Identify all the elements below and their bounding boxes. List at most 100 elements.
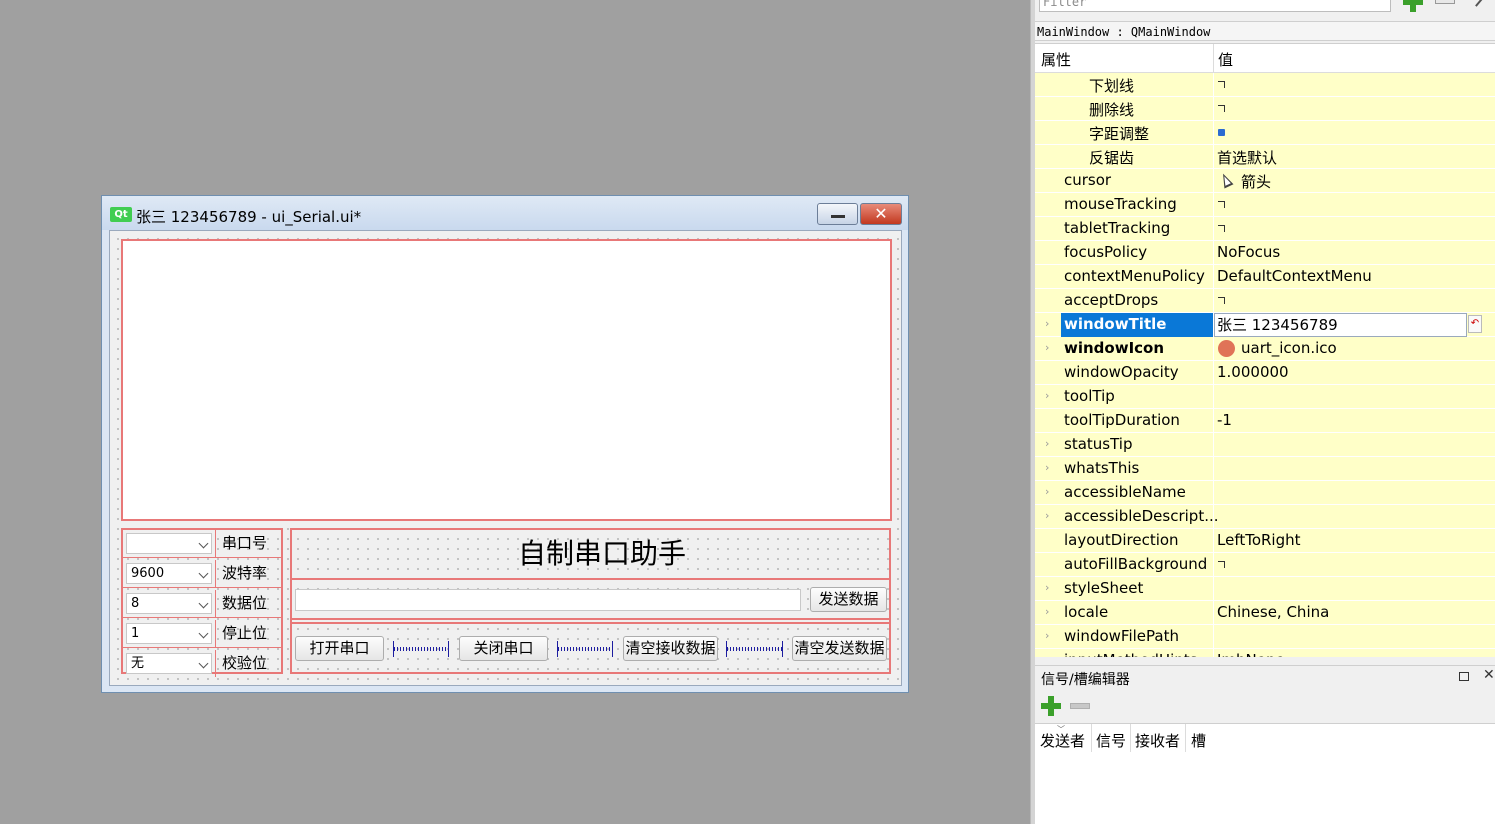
- property-table[interactable]: 属性 值 下划线 删除线 字距调整 反锯齿 首选默认 cursor 箭头 mouseTrack…: [1035, 43, 1495, 657]
- expand-arrow-icon[interactable]: ›: [1045, 653, 1049, 657]
- property-checkbox[interactable]: [1218, 105, 1225, 112]
- remove-property-icon[interactable]: [1435, 0, 1455, 4]
- horizontal-spacer[interactable]: [557, 641, 613, 657]
- property-name: accessibleName: [1064, 483, 1186, 501]
- reset-property-icon[interactable]: ↶: [1468, 315, 1482, 333]
- parity-combo[interactable]: 无: [126, 653, 212, 674]
- property-row[interactable]: › inputMethodHints ImhNone: [1035, 649, 1495, 657]
- property-row[interactable]: autoFillBackground: [1035, 553, 1495, 577]
- horizontal-spacer[interactable]: [726, 641, 783, 657]
- property-checkbox[interactable]: [1218, 297, 1225, 304]
- close-port-button[interactable]: 关闭串口: [459, 636, 548, 661]
- expand-arrow-icon[interactable]: ›: [1045, 509, 1049, 522]
- expand-arrow-icon[interactable]: ›: [1045, 461, 1049, 474]
- property-row[interactable]: 删除线: [1035, 97, 1495, 121]
- property-value[interactable]: uart_icon.ico: [1241, 339, 1337, 357]
- receive-text-area[interactable]: [121, 239, 892, 521]
- slot-column-header[interactable]: 槽: [1191, 730, 1206, 751]
- expand-arrow-icon[interactable]: ›: [1045, 605, 1049, 618]
- connection-table[interactable]: ﹀ 发送者 信号 接收者 槽: [1035, 723, 1495, 824]
- property-row[interactable]: 下划线: [1035, 73, 1495, 97]
- property-row[interactable]: acceptDrops: [1035, 289, 1495, 313]
- property-row[interactable]: › toolTip: [1035, 385, 1495, 409]
- property-checkbox[interactable]: [1218, 561, 1225, 568]
- open-port-button[interactable]: 打开串口: [295, 636, 384, 661]
- property-row[interactable]: › accessibleDescript...: [1035, 505, 1495, 529]
- plus-icon: [1041, 696, 1061, 716]
- property-row[interactable]: › windowTitle 张三 123456789 ↶: [1035, 313, 1495, 337]
- expand-arrow-icon[interactable]: ›: [1045, 437, 1049, 450]
- baud-combo[interactable]: 9600: [126, 563, 212, 584]
- property-row[interactable]: 反锯齿 首选默认: [1035, 145, 1495, 169]
- property-value[interactable]: -1: [1217, 411, 1232, 429]
- expand-arrow-icon[interactable]: ›: [1045, 341, 1049, 354]
- receiver-column-header[interactable]: 接收者: [1135, 730, 1180, 751]
- property-filter-input[interactable]: Filter: [1039, 0, 1391, 12]
- column-divider[interactable]: [1213, 44, 1214, 73]
- property-value[interactable]: 1.000000: [1217, 363, 1289, 381]
- property-value[interactable]: LeftToRight: [1217, 531, 1301, 549]
- expand-arrow-icon[interactable]: ›: [1045, 581, 1049, 594]
- property-row[interactable]: mouseTracking: [1035, 193, 1495, 217]
- property-column-header[interactable]: 属性: [1041, 49, 1071, 70]
- property-value[interactable]: 箭头: [1241, 171, 1271, 192]
- horizontal-spacer[interactable]: [393, 641, 449, 657]
- property-row[interactable]: › styleSheet: [1035, 577, 1495, 601]
- property-row[interactable]: › locale Chinese, China: [1035, 601, 1495, 625]
- property-checkbox[interactable]: [1218, 225, 1225, 232]
- property-row[interactable]: windowOpacity 1.000000: [1035, 361, 1495, 385]
- add-dynamic-property-button[interactable]: [1403, 0, 1425, 14]
- signal-column-header[interactable]: 信号: [1096, 730, 1126, 751]
- remove-connection-button[interactable]: [1070, 703, 1090, 709]
- column-divider[interactable]: [1091, 724, 1092, 752]
- close-dock-icon[interactable]: ✕: [1483, 667, 1495, 683]
- property-row[interactable]: › windowFilePath: [1035, 625, 1495, 649]
- data-bits-combo[interactable]: 8: [126, 593, 212, 614]
- clear-send-button[interactable]: 清空发送数据: [792, 636, 887, 661]
- add-connection-button[interactable]: [1041, 696, 1061, 716]
- property-value[interactable]: NoFocus: [1217, 243, 1280, 261]
- configure-icon[interactable]: [1472, 0, 1490, 10]
- stop-bits-combo[interactable]: 1: [126, 623, 212, 644]
- property-row[interactable]: › whatsThis: [1035, 457, 1495, 481]
- property-value[interactable]: 首选默认: [1217, 147, 1277, 168]
- property-value-editor[interactable]: 张三 123456789: [1214, 313, 1467, 337]
- property-checkbox[interactable]: [1218, 81, 1225, 88]
- property-row[interactable]: tabletTracking: [1035, 217, 1495, 241]
- property-row[interactable]: › statusTip: [1035, 433, 1495, 457]
- close-button[interactable]: ✕: [860, 203, 902, 225]
- design-canvas[interactable]: Qt 张三 123456789 - ui_Serial.ui* ✕ 串口号 96…: [0, 0, 1030, 824]
- window-client-area[interactable]: 串口号 9600 波特率 8 数据位 1 停止位 无 校验位 自制串口助手 发送…: [109, 230, 902, 686]
- chevron-down-icon: [198, 598, 209, 609]
- property-checkbox[interactable]: [1218, 129, 1225, 136]
- property-name: contextMenuPolicy: [1064, 267, 1205, 285]
- property-row[interactable]: › accessibleName: [1035, 481, 1495, 505]
- expand-arrow-icon[interactable]: ›: [1045, 485, 1049, 498]
- property-row[interactable]: cursor 箭头: [1035, 169, 1495, 193]
- expand-arrow-icon[interactable]: ›: [1045, 317, 1049, 330]
- property-row[interactable]: › windowIcon uart_icon.ico: [1035, 337, 1495, 361]
- property-row[interactable]: 字距调整: [1035, 121, 1495, 145]
- property-checkbox[interactable]: [1218, 201, 1225, 208]
- float-dock-icon[interactable]: [1459, 669, 1472, 681]
- column-divider[interactable]: [1130, 724, 1131, 752]
- window-title-bar[interactable]: Qt 张三 123456789 - ui_Serial.ui* ✕: [102, 196, 908, 230]
- property-value[interactable]: DefaultContextMenu: [1217, 267, 1372, 285]
- property-row[interactable]: contextMenuPolicy DefaultContextMenu: [1035, 265, 1495, 289]
- property-row[interactable]: layoutDirection LeftToRight: [1035, 529, 1495, 553]
- expand-arrow-icon[interactable]: ›: [1045, 389, 1049, 402]
- designed-main-window[interactable]: Qt 张三 123456789 - ui_Serial.ui* ✕ 串口号 96…: [101, 195, 909, 693]
- property-row[interactable]: focusPolicy NoFocus: [1035, 241, 1495, 265]
- port-combo[interactable]: [126, 533, 212, 554]
- sender-column-header[interactable]: 发送者: [1040, 730, 1085, 751]
- send-button[interactable]: 发送数据: [810, 587, 887, 612]
- column-divider[interactable]: [1185, 724, 1186, 752]
- minimize-button[interactable]: [817, 203, 858, 225]
- property-row[interactable]: toolTipDuration -1: [1035, 409, 1495, 433]
- property-value[interactable]: Chinese, China: [1217, 603, 1329, 621]
- clear-receive-button[interactable]: 清空接收数据: [623, 636, 718, 661]
- expand-arrow-icon[interactable]: ›: [1045, 629, 1049, 642]
- send-input[interactable]: [295, 589, 801, 611]
- property-value[interactable]: ImhNone: [1217, 651, 1285, 657]
- value-column-header[interactable]: 值: [1218, 49, 1233, 70]
